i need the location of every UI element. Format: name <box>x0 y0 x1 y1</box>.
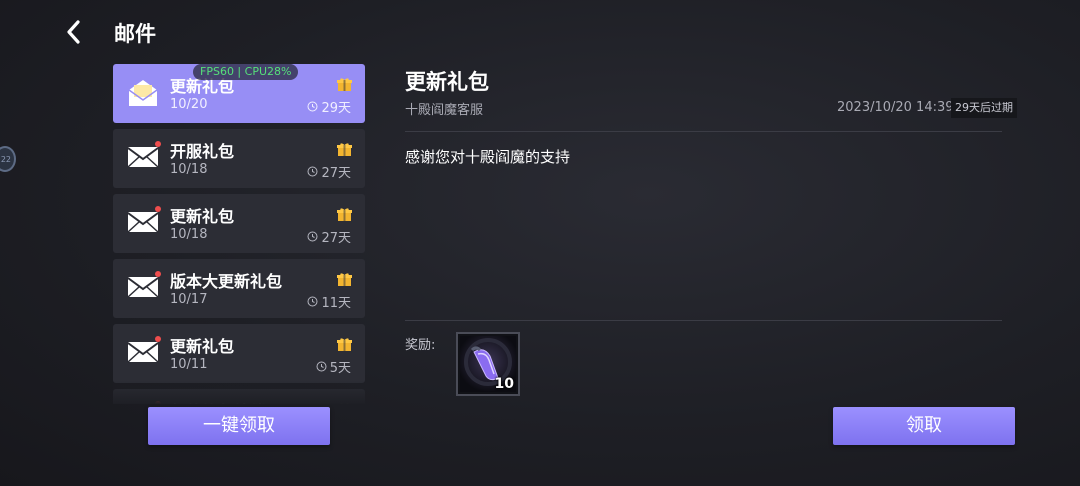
mail-item-title: 更新礼包 <box>170 337 235 356</box>
gift-icon <box>337 337 352 352</box>
side-float-orb[interactable]: 22 <box>0 146 16 172</box>
mail-item-date: 10/18 <box>170 227 208 242</box>
envelope-icon <box>127 145 159 171</box>
mail-item-expire-text: 27天 <box>321 231 351 246</box>
gift-icon <box>337 402 352 404</box>
clock-icon <box>307 296 318 307</box>
clock-icon <box>307 166 318 177</box>
clock-icon <box>307 101 318 112</box>
mail-item-title: 邮件礼包补偿 <box>170 398 266 404</box>
divider <box>405 320 1002 321</box>
mail-detail-title: 更新礼包 <box>405 70 489 94</box>
chevron-left-icon <box>67 20 80 44</box>
gift-icon <box>337 272 352 287</box>
mail-item[interactable]: 版本大更新礼包 10/17 11天 <box>113 259 365 318</box>
collect-button[interactable]: 领取 <box>833 407 1015 445</box>
mail-item-title: 版本大更新礼包 <box>170 272 283 291</box>
reward-label: 奖励: <box>405 338 436 353</box>
mail-item-expire: 29天 <box>307 97 351 116</box>
fps-overlay: FPS60 | CPU28% <box>193 64 299 80</box>
unread-dot <box>155 336 161 342</box>
mail-item-expire: 27天 <box>307 162 351 181</box>
mail-item[interactable]: 邮件礼包补偿 <box>113 389 365 404</box>
mail-item-expire: 11天 <box>307 292 351 311</box>
reward-quantity: 10 <box>494 376 514 392</box>
back-button[interactable] <box>60 18 88 46</box>
mail-body-text: 感谢您对十殿阎魔的支持 <box>405 148 571 166</box>
mail-item[interactable]: 开服礼包 10/18 27天 <box>113 129 365 188</box>
gift-icon <box>337 77 352 92</box>
envelope-icon <box>127 275 159 301</box>
mail-item-expire: 27天 <box>307 227 351 246</box>
mail-item-expire: 5天 <box>316 357 351 376</box>
expire-badge: 29天后过期 <box>951 98 1017 118</box>
mail-item-expire-text: 11天 <box>321 296 351 311</box>
mail-item-date: 10/20 <box>170 97 208 112</box>
unread-dot <box>155 401 161 404</box>
unread-dot <box>155 141 161 147</box>
collect-all-button[interactable]: 一键领取 <box>148 407 330 445</box>
mail-sender: 十殿阎魔客服 <box>405 103 484 118</box>
mail-item-title: 更新礼包 <box>170 207 235 226</box>
mail-item[interactable]: 更新礼包 10/18 27天 <box>113 194 365 253</box>
side-orb-text: 22 <box>0 154 11 164</box>
mail-item-expire-text: 5天 <box>329 361 351 376</box>
mail-item-expire-text: 27天 <box>321 166 351 181</box>
mail-item[interactable]: 更新礼包 10/11 5天 <box>113 324 365 383</box>
envelope-icon <box>127 340 159 366</box>
mail-item-date: 10/17 <box>170 292 208 307</box>
clock-icon <box>307 231 318 242</box>
mail-item-date: 10/18 <box>170 162 208 177</box>
gift-icon <box>337 207 352 222</box>
mail-list[interactable]: 更新礼包 10/20 29天 开服礼包 10/18 27天 更新礼包 10/18 27天 版本大更… <box>113 64 365 404</box>
unread-dot <box>155 271 161 277</box>
clock-icon <box>316 361 327 372</box>
mail-item-expire-text: 29天 <box>321 101 351 116</box>
unread-dot <box>155 206 161 212</box>
mail-item-title: 开服礼包 <box>170 142 235 161</box>
mail-timestamp: 2023/10/20 14:39 <box>837 100 954 115</box>
divider <box>405 131 1002 132</box>
gift-icon <box>337 142 352 157</box>
envelope-icon <box>127 210 159 236</box>
open-envelope-icon <box>127 78 159 106</box>
reward-item-slot[interactable]: 10 <box>456 332 520 396</box>
page-title: 邮件 <box>114 22 156 46</box>
mail-item-date: 10/11 <box>170 357 208 372</box>
